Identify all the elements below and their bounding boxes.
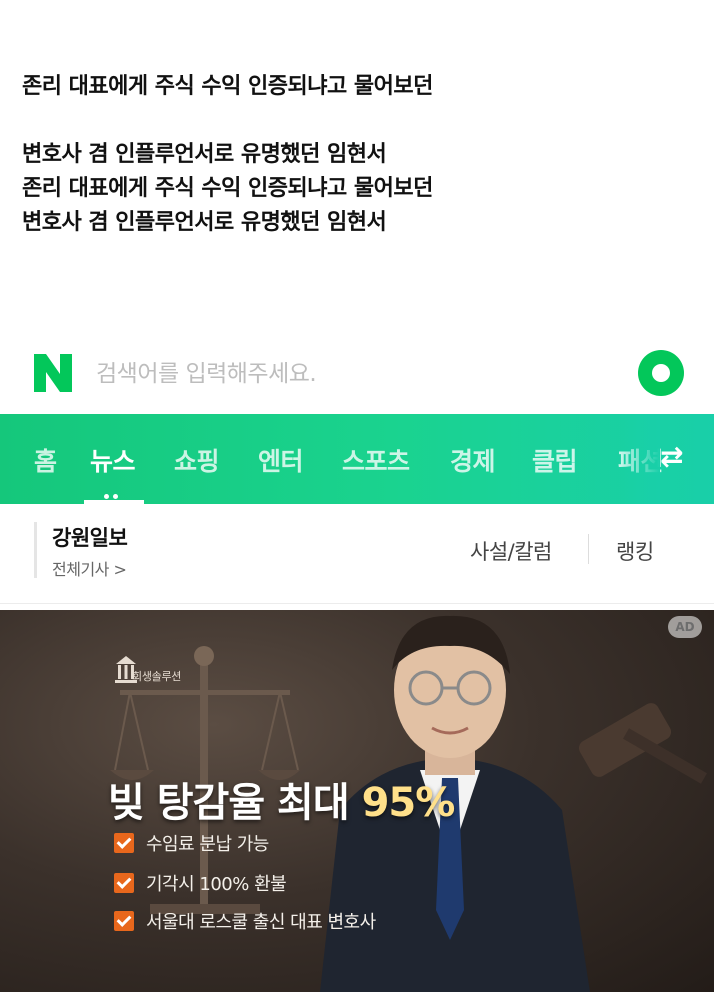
ad-banner[interactable]: 회생솔루션 AD 빚 탕감율 최대 95% 수임료 분납 가능 기각시 100%… (0, 610, 714, 992)
tab-economy[interactable]: 경제 (450, 442, 496, 478)
nav-fade (620, 414, 660, 504)
caption-line: 변호사 겸 인플루언서로 유명했던 임현서 (22, 210, 387, 235)
tab-entertainment[interactable]: 엔터 (258, 442, 304, 478)
active-tab-dots (104, 484, 124, 499)
ad-bullet-text: 서울대 로스쿨 출신 대표 변호사 (146, 912, 376, 933)
search-input[interactable] (96, 354, 516, 394)
caption-line: 변호사 겸 인플루언서로 유명했던 임현서 (22, 142, 387, 167)
tab-home[interactable]: 홈 (34, 442, 57, 478)
law-firm-logo-text: 회생솔루션 (132, 670, 182, 683)
press-name[interactable]: 강원일보 (52, 522, 128, 552)
ad-bullet-text: 수임료 분납 가능 (146, 834, 269, 855)
checkbox-icon (114, 833, 134, 853)
ad-bullet: 기각시 100% 환불 (114, 870, 287, 896)
category-nav: 홈 뉴스 쇼핑 엔터 스포츠 경제 클립 패션 ⇄ (0, 414, 714, 504)
ad-headline: 빚 탕감율 최대 95% (108, 770, 456, 828)
ad-headline-text: 빚 탕감율 최대 (108, 780, 362, 826)
ad-headline-percent: 95% (361, 780, 456, 826)
caption-line: 존리 대표에게 주식 수익 인증되냐고 물어보던 (22, 176, 433, 201)
caption-gap (22, 104, 702, 138)
checkbox-icon (114, 911, 134, 931)
ad-bullet: 수임료 분납 가능 (114, 830, 269, 856)
search-bar (0, 336, 714, 414)
ad-badge: AD (668, 616, 702, 638)
press-tab-divider (588, 534, 589, 564)
ad-bullet: 서울대 로스쿨 출신 대표 변호사 (114, 908, 376, 934)
post-caption: 존리 대표에게 주식 수익 인증되냐고 물어보던 변호사 겸 인플루언서로 유명… (22, 70, 702, 240)
ad-bullet-text: 기각시 100% 환불 (146, 874, 287, 895)
tab-editorial[interactable]: 사설/칼럼 (470, 536, 552, 566)
checkbox-icon (114, 873, 134, 893)
green-dot-button[interactable] (638, 350, 684, 396)
press-divider (34, 522, 37, 578)
press-header: 강원일보 전체기사 > 사설/칼럼 랭킹 (0, 504, 714, 604)
tab-clip[interactable]: 클립 (532, 442, 578, 478)
all-articles-link[interactable]: 전체기사 > (52, 556, 127, 580)
caption-line: 존리 대표에게 주식 수익 인증되냐고 물어보던 (22, 74, 433, 99)
naver-logo-icon[interactable] (30, 350, 76, 396)
tab-shopping[interactable]: 쇼핑 (174, 442, 220, 478)
tab-news[interactable]: 뉴스 (90, 442, 136, 478)
swap-arrows-icon[interactable]: ⇄ (660, 440, 683, 473)
tab-sports[interactable]: 스포츠 (342, 442, 410, 478)
tab-ranking[interactable]: 랭킹 (616, 536, 654, 566)
